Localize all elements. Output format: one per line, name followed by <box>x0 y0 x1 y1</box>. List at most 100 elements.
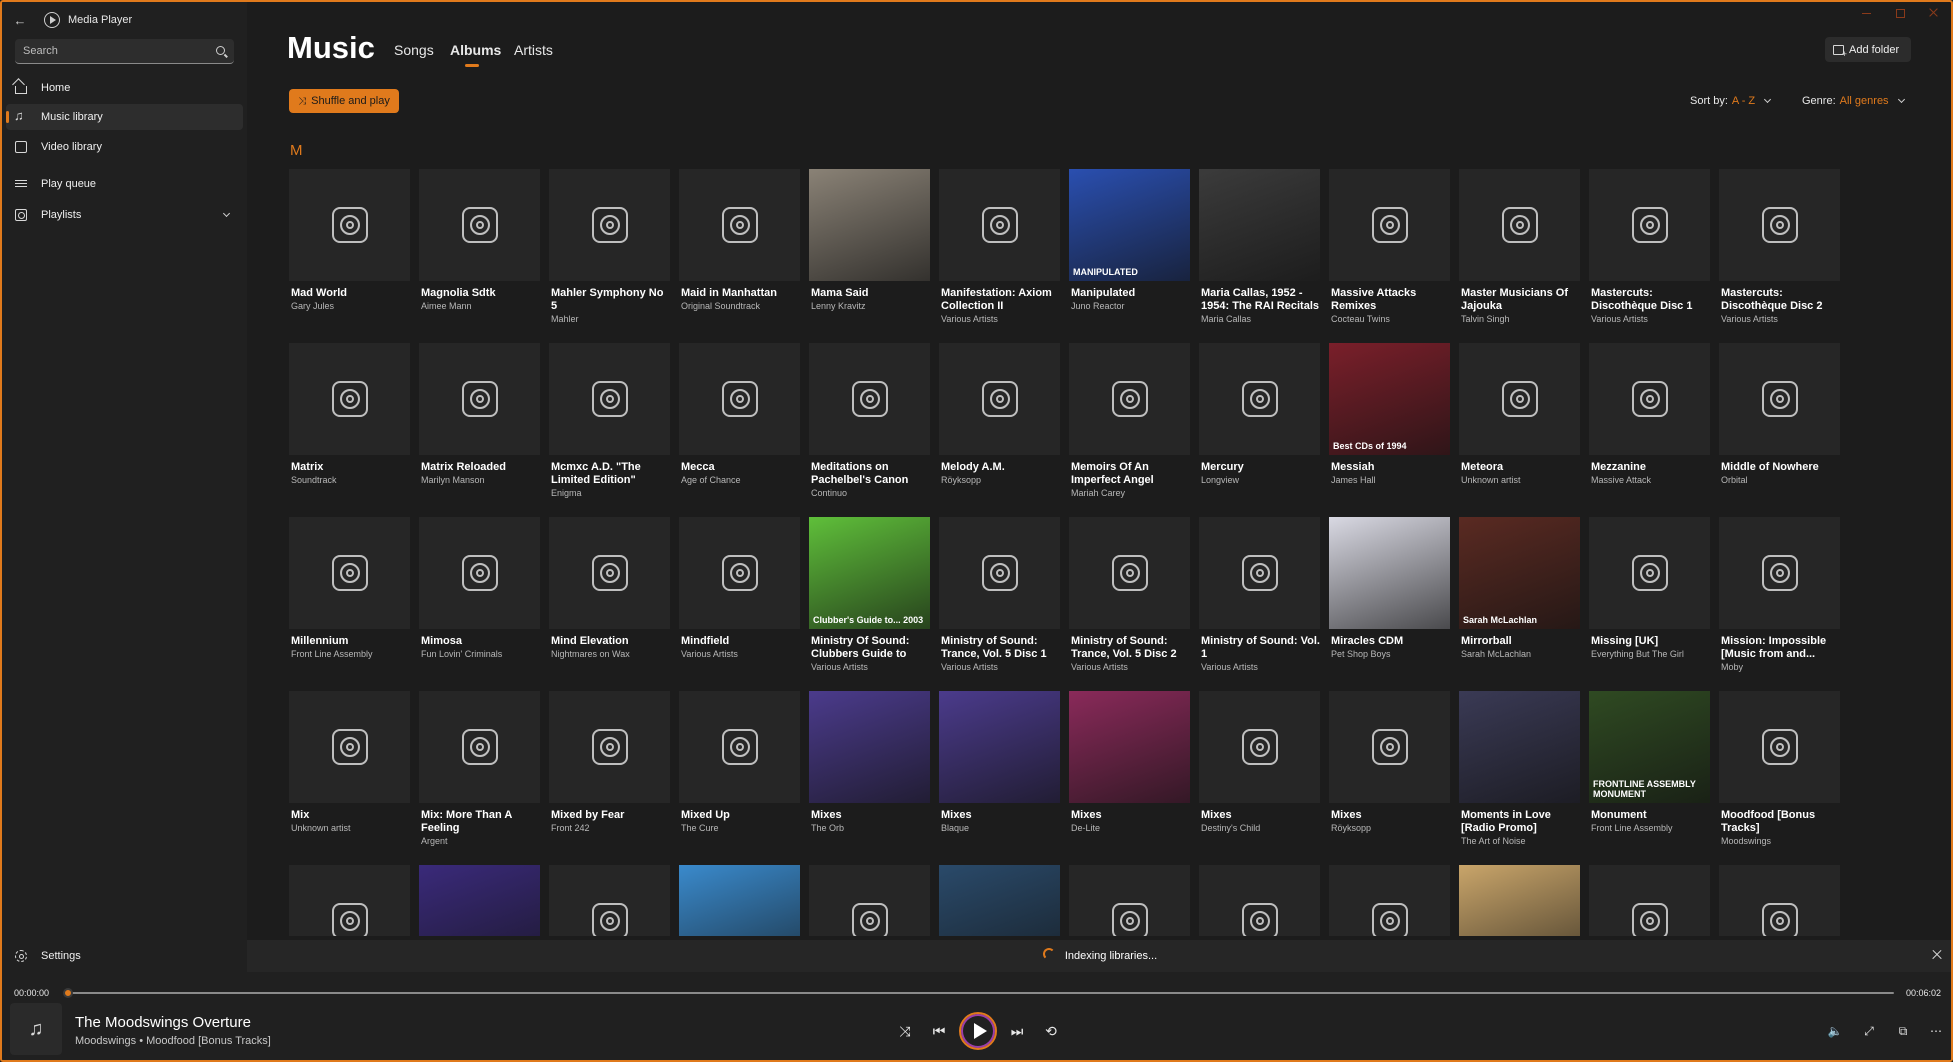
album-art[interactable] <box>419 343 540 455</box>
album-art[interactable]: MANIPULATED <box>1069 169 1190 281</box>
back-button[interactable]: ← <box>2 2 38 38</box>
album-title[interactable]: Matrix Reloaded <box>419 461 540 474</box>
album-title[interactable]: Ministry Of Sound: Clubbers Guide to Ibi… <box>809 635 930 661</box>
album-tile[interactable]: Mind Elevation Nightmares on Wax <box>549 517 670 691</box>
album-art[interactable]: Sarah McLachlan <box>1459 517 1580 629</box>
album-tile[interactable] <box>1589 865 1710 936</box>
album-artist[interactable]: The Cure <box>679 822 800 834</box>
album-artist[interactable]: Various Artists <box>1589 313 1710 325</box>
album-artist[interactable]: Maria Callas <box>1199 313 1320 325</box>
sidebar-item-playlists[interactable]: Playlists <box>6 202 243 228</box>
album-art[interactable] <box>1589 517 1710 629</box>
album-artist[interactable]: Longview <box>1199 474 1320 486</box>
album-art[interactable] <box>289 865 410 936</box>
album-tile[interactable]: Magnolia Sdtk Aimee Mann <box>419 169 540 343</box>
album-artist[interactable]: Lenny Kravitz <box>809 300 930 312</box>
album-art[interactable] <box>1719 691 1840 803</box>
album-title[interactable]: Memoirs Of An Imperfect Angel <box>1069 461 1190 487</box>
album-title[interactable]: Master Musicians Of Jajouka <box>1459 287 1580 313</box>
album-tile[interactable]: Mezzanine Massive Attack <box>1589 343 1710 517</box>
album-title[interactable]: Moodfood [Bonus Tracks] <box>1719 809 1840 835</box>
album-art[interactable] <box>1199 517 1320 629</box>
album-tile[interactable]: Mastercuts: Discothèque Disc 1 Various Ar… <box>1589 169 1710 343</box>
album-title[interactable]: Mastercuts: Discothèque Disc 1 <box>1589 287 1710 313</box>
album-title[interactable]: Magnolia Sdtk <box>419 287 540 300</box>
close-icon[interactable] <box>1931 949 1943 961</box>
album-tile[interactable] <box>1719 865 1840 936</box>
album-artist[interactable]: Age of Chance <box>679 474 800 486</box>
album-tile[interactable]: Mix: More Than A Feeling Argent <box>419 691 540 865</box>
album-art[interactable]: Disco feat. Barbara Tucker <box>419 865 540 936</box>
sidebar-item-home[interactable]: Home <box>6 75 243 101</box>
album-art[interactable] <box>1719 343 1840 455</box>
tab-albums[interactable]: Albums <box>450 42 501 58</box>
album-tile[interactable]: Mixes Destiny's Child <box>1199 691 1320 865</box>
album-artist[interactable]: The Art of Noise <box>1459 835 1580 847</box>
album-artist[interactable]: Continuo <box>809 487 930 499</box>
album-artist[interactable]: Various Artists <box>1199 661 1320 673</box>
album-artist[interactable]: Talvin Singh <box>1459 313 1580 325</box>
album-artist[interactable]: Orbital <box>1719 474 1840 486</box>
album-title[interactable]: Matrix <box>289 461 410 474</box>
album-art[interactable] <box>289 691 410 803</box>
album-artist[interactable]: Fun Lovin' Criminals <box>419 648 540 660</box>
album-artist[interactable]: Destiny's Child <box>1199 822 1320 834</box>
album-tile[interactable]: Mimosa Fun Lovin' Criminals <box>419 517 540 691</box>
album-art[interactable] <box>939 343 1060 455</box>
album-art[interactable] <box>809 169 930 281</box>
album-title[interactable]: Mezzanine <box>1589 461 1710 474</box>
album-tile[interactable]: Miracles CDM Pet Shop Boys <box>1329 517 1450 691</box>
album-art[interactable] <box>1459 169 1580 281</box>
album-art[interactable] <box>809 865 930 936</box>
album-tile[interactable]: Master Musicians Of Jajouka Talvin Singh <box>1459 169 1580 343</box>
album-artist[interactable]: Cocteau Twins <box>1329 313 1450 325</box>
album-artist[interactable]: Juno Reactor <box>1069 300 1190 312</box>
repeat-button[interactable]: ⟲ <box>1042 1022 1060 1040</box>
album-artist[interactable]: Various Artists <box>809 661 930 673</box>
sidebar-item-settings[interactable]: Settings <box>6 943 243 969</box>
album-artist[interactable]: Sarah McLachlan <box>1459 648 1580 660</box>
album-tile[interactable]: Mercury Longview <box>1199 343 1320 517</box>
album-artist[interactable]: De-Lite <box>1069 822 1190 834</box>
album-title[interactable]: Mecca <box>679 461 800 474</box>
previous-button[interactable]: ⏮ <box>930 1022 948 1040</box>
album-tile[interactable]: Massive Attacks Remixes Cocteau Twins <box>1329 169 1450 343</box>
now-playing-title[interactable]: The Moodswings Overture <box>75 1014 251 1031</box>
album-art[interactable] <box>549 517 670 629</box>
album-art[interactable] <box>679 169 800 281</box>
album-artist[interactable]: Various Artists <box>1069 661 1190 673</box>
album-art[interactable] <box>1589 343 1710 455</box>
album-title[interactable]: Mixes <box>1199 809 1320 822</box>
album-tile[interactable]: Mixes Röyksopp <box>1329 691 1450 865</box>
album-tile[interactable]: Mission: Impossible [Music from and... Mo… <box>1719 517 1840 691</box>
album-art[interactable] <box>419 169 540 281</box>
album-tile[interactable]: Mahler Symphony No 5 Mahler <box>549 169 670 343</box>
album-art[interactable] <box>679 343 800 455</box>
more-options-button[interactable]: ⋯ <box>1927 1022 1945 1040</box>
album-artist[interactable]: Various Artists <box>1719 313 1840 325</box>
album-artist[interactable]: Mariah Carey <box>1069 487 1190 499</box>
album-tile[interactable]: Matrix Soundtrack <box>289 343 410 517</box>
album-art[interactable] <box>1719 517 1840 629</box>
chevron-down-icon[interactable] <box>222 209 231 218</box>
sidebar-item-video-library[interactable]: Video library <box>6 134 243 160</box>
album-tile[interactable]: Mix Unknown artist <box>289 691 410 865</box>
album-tile[interactable]: Ministry of Sound: Vol. 1 Various Artists <box>1199 517 1320 691</box>
album-title[interactable]: Mama Said <box>809 287 930 300</box>
album-artist[interactable]: Front Line Assembly <box>1589 822 1710 834</box>
album-tile[interactable]: DEPECHE MODE <box>1459 865 1580 936</box>
volume-button[interactable]: 🔈 <box>1826 1022 1844 1040</box>
album-art[interactable] <box>419 691 540 803</box>
album-art[interactable] <box>1199 169 1320 281</box>
album-tile[interactable]: Mecca Age of Chance <box>679 343 800 517</box>
album-title[interactable]: Mcmxc A.D. "The Limited Edition" <box>549 461 670 487</box>
album-artist[interactable]: Moby <box>1719 661 1840 673</box>
album-title[interactable]: Middle of Nowhere <box>1719 461 1840 474</box>
album-art[interactable] <box>419 517 540 629</box>
sidebar-item-play-queue[interactable]: Play queue <box>6 171 243 197</box>
album-artist[interactable]: Marilyn Manson <box>419 474 540 486</box>
album-art[interactable] <box>1459 343 1580 455</box>
album-art[interactable] <box>1199 691 1320 803</box>
album-title[interactable]: Monument <box>1589 809 1710 822</box>
album-artist[interactable]: Various Artists <box>939 313 1060 325</box>
